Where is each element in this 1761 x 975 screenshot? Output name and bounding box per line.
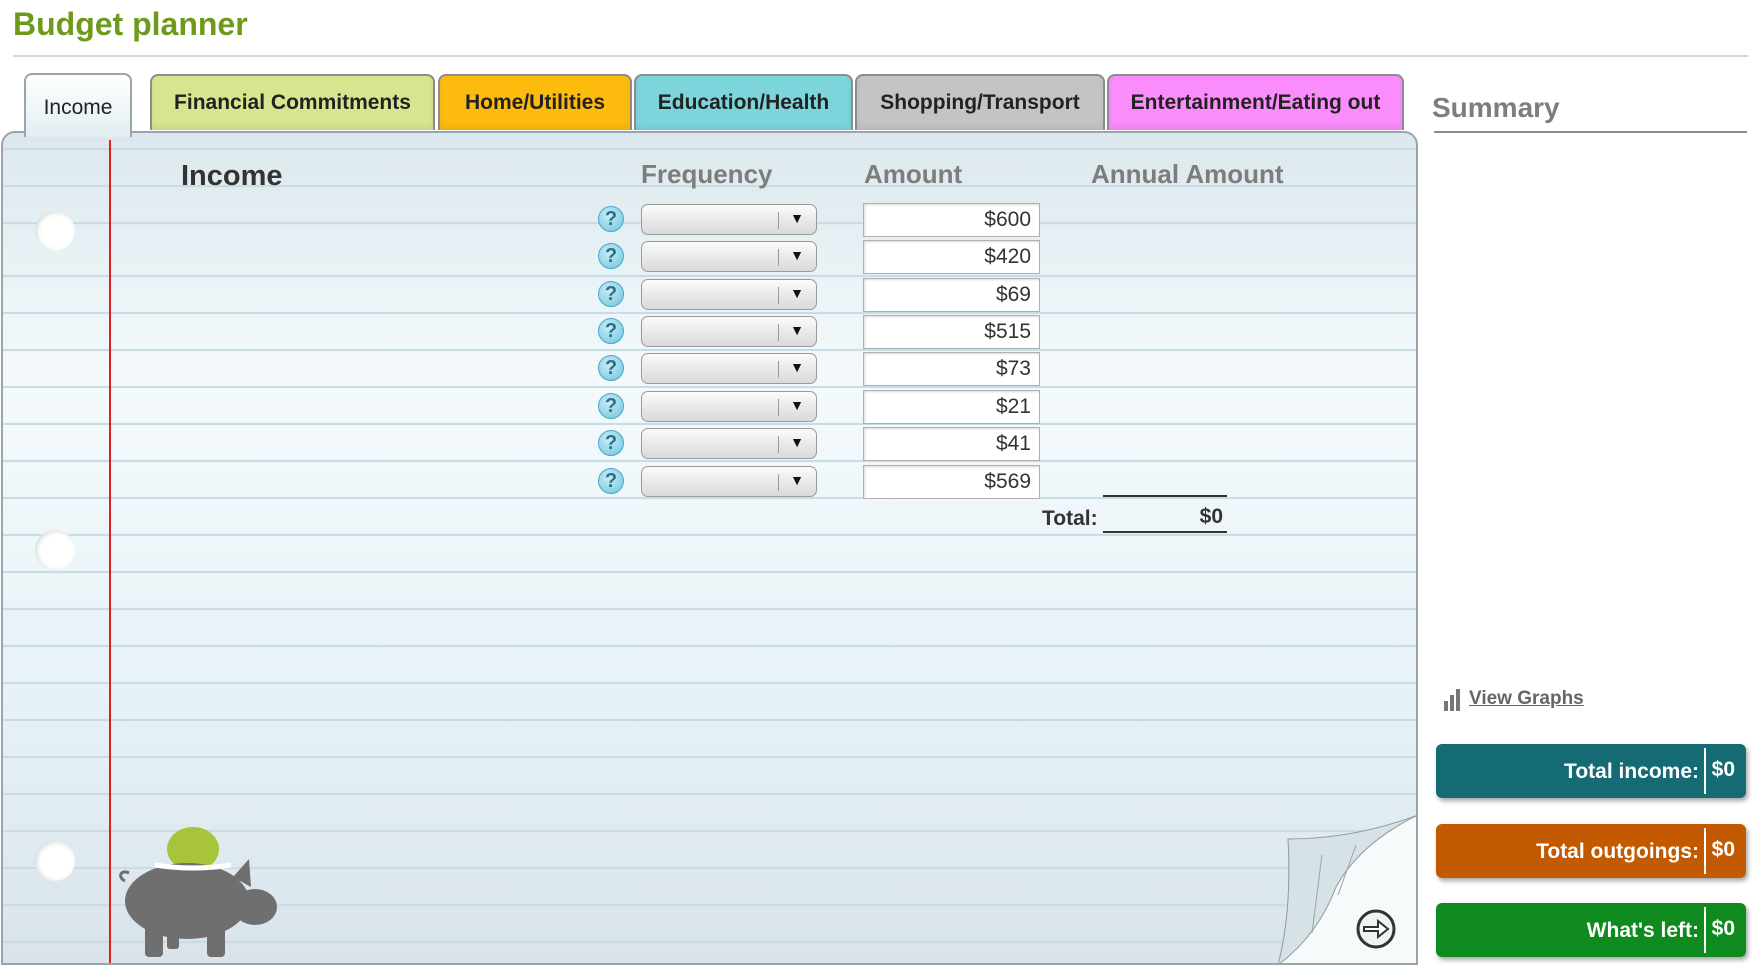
summary-title: Summary <box>1432 92 1560 123</box>
total-outgoings-label: Total outgoings: <box>1536 840 1699 863</box>
frequency-dropdown[interactable]: ▼ <box>641 391 817 422</box>
income-row: ? ▼ <box>3 390 1403 426</box>
column-header-annual-amount: Annual Amount <box>1091 159 1284 189</box>
chevron-down-icon: ▼ <box>790 322 804 338</box>
income-row: ? ▼ <box>3 352 1403 388</box>
question-circle-icon[interactable]: ? <box>598 430 624 456</box>
frequency-dropdown[interactable]: ▼ <box>641 428 817 459</box>
frequency-dropdown[interactable]: ▼ <box>641 466 817 497</box>
chevron-down-icon: ▼ <box>790 285 804 301</box>
frequency-dropdown[interactable]: ▼ <box>641 279 817 310</box>
question-circle-icon[interactable]: ? <box>598 355 624 381</box>
binder-hole <box>35 530 75 570</box>
chevron-down-icon: ▼ <box>790 210 804 226</box>
column-header-amount: Amount <box>864 159 963 189</box>
tab-income[interactable]: Income <box>24 73 132 137</box>
frequency-dropdown[interactable]: ▼ <box>641 204 817 235</box>
amount-input[interactable] <box>863 390 1040 424</box>
view-graphs-label: View Graphs <box>1469 688 1584 709</box>
question-circle-icon[interactable]: ? <box>598 281 624 307</box>
income-row: ? ▼ <box>3 203 1403 239</box>
bar-chart-icon <box>1444 689 1460 711</box>
chevron-down-icon: ▼ <box>790 247 804 263</box>
total-income-label: Total income: <box>1564 760 1699 783</box>
total-outgoings-value: $0 <box>1711 838 1735 861</box>
question-circle-icon[interactable]: ? <box>598 206 624 232</box>
tab-entertainment-eating-out[interactable]: Entertainment/Eating out <box>1107 74 1404 130</box>
chevron-down-icon: ▼ <box>790 397 804 413</box>
total-outgoings-box: Total outgoings: $0 <box>1436 824 1746 878</box>
total-income-value: $0 <box>1711 758 1735 781</box>
binder-hole <box>35 841 75 881</box>
total-income-box: Total income: $0 <box>1436 744 1746 798</box>
income-row: ? ▼ <box>3 315 1403 351</box>
income-row: ? ▼ <box>3 427 1403 463</box>
tab-home-utilities[interactable]: Home/Utilities <box>438 74 632 130</box>
arrow-right-icon[interactable] <box>1356 909 1396 949</box>
chevron-down-icon: ▼ <box>790 359 804 375</box>
column-header-frequency: Frequency <box>641 159 773 189</box>
view-graphs-link[interactable]: View Graphs <box>1443 687 1584 711</box>
amount-input[interactable] <box>863 240 1040 274</box>
whats-left-label: What's left: <box>1586 919 1699 942</box>
total-value: $0 <box>1199 505 1223 528</box>
app-title: Budget planner <box>13 6 248 42</box>
summary-divider <box>1434 131 1747 133</box>
frequency-dropdown[interactable]: ▼ <box>641 241 817 272</box>
income-row: ? ▼ <box>3 240 1403 276</box>
income-row: ? ▼ <box>3 278 1403 314</box>
total-box: $0 <box>1103 495 1227 533</box>
frequency-dropdown[interactable]: ▼ <box>641 316 817 347</box>
page-curl[interactable] <box>1278 815 1418 965</box>
amount-input[interactable] <box>863 315 1040 349</box>
tab-financial-commitments[interactable]: Financial Commitments <box>150 74 435 130</box>
tab-education-health[interactable]: Education/Health <box>634 74 853 130</box>
chevron-down-icon: ▼ <box>790 434 804 450</box>
income-notebook-panel: Income Frequency Amount Annual Amount ? … <box>1 131 1418 965</box>
amount-input[interactable] <box>863 427 1040 461</box>
question-circle-icon[interactable]: ? <box>598 318 624 344</box>
amount-input[interactable] <box>863 203 1040 237</box>
amount-input[interactable] <box>863 352 1040 386</box>
total-label: Total: <box>1042 507 1098 530</box>
piggy-bank-icon <box>119 827 277 957</box>
title-divider <box>13 55 1748 57</box>
whats-left-box: What's left: $0 <box>1436 903 1746 957</box>
frequency-dropdown[interactable]: ▼ <box>641 353 817 384</box>
amount-input[interactable] <box>863 278 1040 312</box>
tab-shopping-transport[interactable]: Shopping/Transport <box>855 74 1105 130</box>
whats-left-value: $0 <box>1711 917 1735 940</box>
chevron-down-icon: ▼ <box>790 472 804 488</box>
question-circle-icon[interactable]: ? <box>598 243 624 269</box>
question-circle-icon[interactable]: ? <box>598 393 624 419</box>
question-circle-icon[interactable]: ? <box>598 468 624 494</box>
amount-input[interactable] <box>863 465 1040 499</box>
section-title: Income <box>181 160 283 192</box>
